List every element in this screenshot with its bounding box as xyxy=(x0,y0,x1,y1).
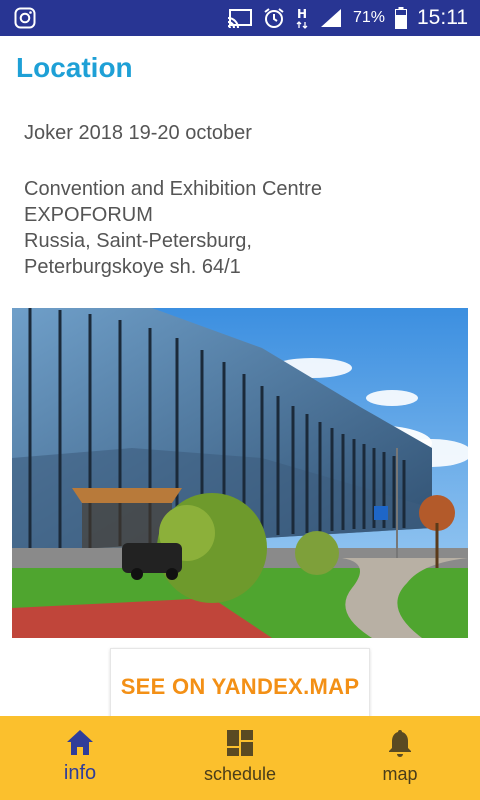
clock: 15:11 xyxy=(417,6,468,29)
page-title: Location xyxy=(16,52,133,83)
cast-icon xyxy=(227,8,253,28)
bottom-navigation: info schedule map xyxy=(0,716,480,800)
battery-percentage: 71% xyxy=(352,9,385,26)
instagram-icon xyxy=(14,7,36,29)
dashboard-icon xyxy=(225,728,255,758)
address-line: Convention and Exhibition Centre xyxy=(24,178,322,200)
battery-icon xyxy=(395,7,407,29)
nav-tab-info[interactable]: info xyxy=(0,716,160,800)
bell-icon xyxy=(386,728,414,758)
address-line: Peterburgskoye sh. 64/1 xyxy=(24,256,241,278)
address-line: EXPOFORUM xyxy=(24,204,153,226)
alarm-icon xyxy=(263,7,285,29)
network-h-icon: H xyxy=(295,6,309,30)
status-bar: H 71% 15:11 xyxy=(0,0,480,36)
svg-text:H: H xyxy=(297,7,307,21)
address-line: Russia, Saint-Petersburg, xyxy=(24,230,252,252)
nav-tab-schedule[interactable]: schedule xyxy=(160,716,320,800)
venue-photo xyxy=(12,308,468,638)
nav-tab-label: schedule xyxy=(203,764,277,784)
nav-tab-label: info xyxy=(63,762,97,784)
nav-tab-label: map xyxy=(382,764,418,784)
nav-tab-map[interactable]: map xyxy=(320,716,480,800)
signal-icon xyxy=(319,7,343,29)
venue-address: Convention and Exhibition Centre EXPOFOR… xyxy=(24,176,322,280)
event-info: Joker 2018 19-20 october xyxy=(24,122,252,144)
home-icon xyxy=(65,728,95,756)
see-on-yandex-map-button[interactable]: SEE ON YANDEX.MAP xyxy=(110,648,370,726)
